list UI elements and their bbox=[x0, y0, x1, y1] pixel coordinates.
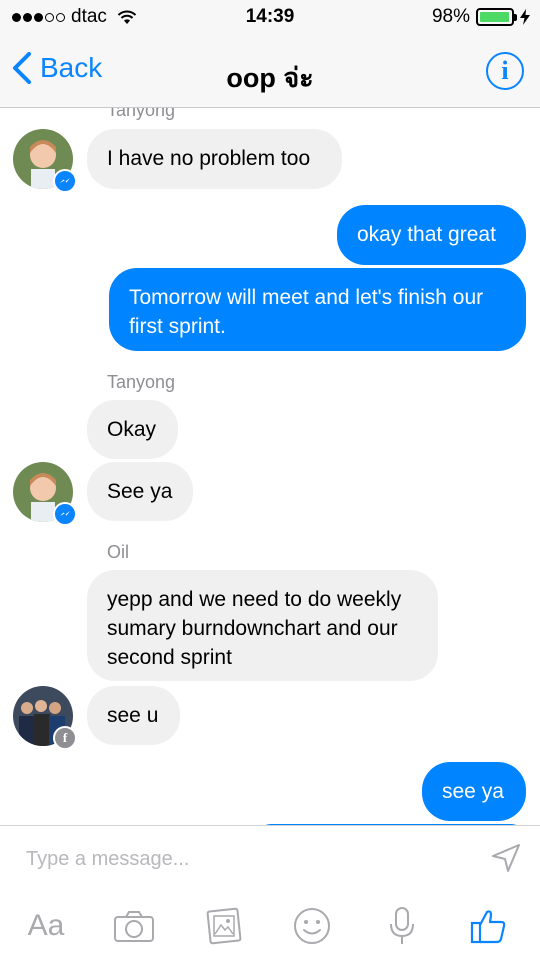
camera-icon bbox=[114, 911, 154, 942]
sender-name: Oil bbox=[107, 542, 129, 562]
message-bubble-incoming[interactable]: yepp and we need to do weekly sumary bur… bbox=[87, 570, 438, 681]
message-bubble-outgoing[interactable]: okay that great bbox=[337, 205, 526, 265]
text-style-button[interactable]: Aa bbox=[22, 904, 70, 948]
emoji-button[interactable] bbox=[290, 904, 334, 948]
gallery-icon bbox=[206, 907, 242, 945]
gallery-button[interactable] bbox=[202, 904, 246, 948]
message-bubble-outgoing[interactable]: see ya bbox=[422, 762, 526, 821]
charging-bolt-icon bbox=[520, 9, 530, 25]
conversation-title: oop จ่ะ bbox=[226, 63, 314, 93]
composer-toolbar: Aa bbox=[0, 896, 540, 956]
message-composer: Type a message... Aa bbox=[0, 825, 540, 960]
avatar-tanyong[interactable] bbox=[13, 462, 77, 526]
avatar-oil[interactable]: f bbox=[13, 686, 77, 750]
messenger-badge-icon bbox=[53, 169, 77, 193]
message-bubble-outgoing[interactable]: Tomorrow will meet and let's finish our … bbox=[109, 268, 526, 351]
battery-percent: 98% bbox=[431, 6, 470, 27]
microphone-icon bbox=[390, 907, 414, 944]
battery-level-fill bbox=[480, 12, 510, 22]
navigation-bar: Back oop จ่ะ i bbox=[0, 40, 540, 104]
camera-button[interactable] bbox=[112, 904, 156, 948]
avatar-tanyong[interactable] bbox=[13, 129, 77, 193]
message-bubble-incoming[interactable]: Okay bbox=[87, 400, 178, 459]
thumbs-up-icon bbox=[470, 910, 506, 944]
top-bar: dtac 14:39 98% Back oop จ่ะ i bbox=[0, 0, 540, 108]
sender-name: Tanyong bbox=[107, 108, 176, 120]
sender-name: Tanyong bbox=[107, 372, 176, 392]
message-bubble-incoming[interactable]: see u bbox=[87, 686, 180, 745]
battery-status: 98% bbox=[432, 6, 530, 28]
battery-icon bbox=[476, 8, 517, 26]
message-list[interactable]: Tanyong I have no problem too okay that … bbox=[0, 108, 540, 825]
message-bubble-incoming[interactable]: See ya bbox=[87, 462, 193, 521]
message-bubble-incoming[interactable]: I have no problem too bbox=[87, 129, 342, 189]
info-button[interactable]: i bbox=[486, 52, 524, 90]
microphone-button[interactable] bbox=[380, 904, 424, 948]
messenger-badge-icon bbox=[53, 502, 77, 526]
emoji-icon bbox=[294, 908, 330, 944]
status-bar: dtac 14:39 98% bbox=[0, 0, 540, 34]
facebook-badge-icon: f bbox=[53, 726, 77, 750]
message-input[interactable]: Type a message... bbox=[26, 848, 189, 871]
like-button[interactable] bbox=[466, 904, 510, 948]
send-icon[interactable] bbox=[490, 842, 522, 874]
